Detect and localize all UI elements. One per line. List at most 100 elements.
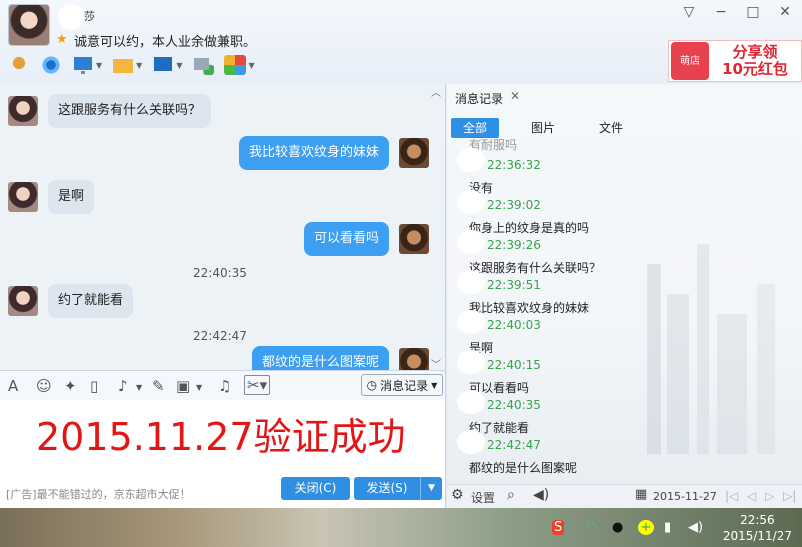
history-timestamp: 22:39:26: [487, 238, 541, 252]
chevron-down-icon[interactable]: ▼: [136, 383, 142, 392]
screen-share-button[interactable]: ▼: [150, 52, 184, 78]
skin-menu-icon[interactable]: ▽: [680, 4, 698, 20]
font-icon[interactable]: A: [8, 377, 18, 395]
shake-window-icon[interactable]: ▯: [90, 377, 98, 395]
send-file-button[interactable]: ▼: [110, 52, 144, 78]
message-row: 是啊: [8, 180, 95, 214]
scroll-up-icon[interactable]: ︿: [431, 84, 441, 99]
remote-desktop-button[interactable]: ▼: [70, 52, 104, 78]
sender-redaction: [457, 230, 485, 254]
apps-button[interactable]: ▼: [222, 52, 256, 78]
apps-grid-icon: [224, 55, 247, 75]
search-icon[interactable]: ⌕: [507, 487, 515, 503]
history-timestamp: 22:40:35: [487, 398, 541, 412]
close-history-icon[interactable]: ✕: [510, 89, 520, 103]
clock-icon: ◷: [366, 378, 378, 392]
clock-time: 22:56: [740, 513, 775, 527]
message-bubble[interactable]: 这跟服务有什么关联吗？: [48, 94, 212, 128]
history-timestamp: 22:39:02: [487, 198, 541, 212]
chevron-down-icon[interactable]: ▼: [248, 61, 254, 70]
contact-avatar[interactable]: [8, 96, 38, 126]
screenshot-scissors-icon[interactable]: ✂▾: [244, 375, 271, 395]
taskbar: S ◠ ● + ▮ ◀) 22:56 2015/11/27: [0, 508, 802, 547]
contact-avatar[interactable]: [8, 4, 50, 46]
wifi-icon[interactable]: ◠: [586, 520, 597, 535]
calendar-icon[interactable]: ▦: [635, 487, 647, 502]
minimize-button[interactable]: −: [712, 4, 730, 20]
message-bubble[interactable]: 我比较喜欢纹身的妹妹: [238, 136, 389, 170]
sender-redaction: [457, 190, 485, 214]
my-avatar[interactable]: [399, 348, 429, 370]
history-tabs: 全部 图片 文件: [451, 118, 655, 138]
chevron-down-icon[interactable]: ▼: [176, 61, 182, 70]
tab-all[interactable]: 全部: [451, 118, 500, 138]
create-group-button[interactable]: [190, 52, 216, 78]
voice-message-icon[interactable]: ♪: [118, 377, 128, 395]
prev-page-icon[interactable]: ◁: [747, 489, 756, 503]
tab-images[interactable]: 图片: [519, 118, 567, 138]
mengdian-logo: 萌店: [671, 42, 709, 80]
promo-line-1: 分享领: [732, 42, 778, 61]
edit-icon[interactable]: ✎: [152, 377, 165, 395]
send-button[interactable]: 发送(S) ▼: [354, 477, 442, 500]
history-timestamp: 22:42:47: [487, 438, 541, 452]
qq-penguin-icon[interactable]: ●: [612, 520, 623, 535]
scroll-down-icon[interactable]: ﹀: [431, 356, 441, 371]
sogou-ime-icon[interactable]: S: [552, 520, 565, 535]
speaker-icon[interactable]: ◀): [533, 487, 549, 503]
signal-bars-icon[interactable]: ▮: [664, 520, 671, 535]
message-history-button[interactable]: ◷ 消息记录 ▼: [361, 374, 443, 396]
message-bubble[interactable]: 可以看看吗: [303, 222, 389, 256]
message-bubble[interactable]: 约了就能看: [48, 284, 134, 318]
gear-icon[interactable]: ⚙: [451, 487, 464, 503]
chevron-down-icon[interactable]: ▼: [196, 383, 202, 392]
my-avatar[interactable]: [399, 224, 429, 254]
security-plus-icon[interactable]: +: [638, 520, 654, 535]
send-options-chevron-icon[interactable]: ▼: [420, 477, 442, 500]
history-panel: 消息记录 ✕ 全部 图片 文件 有耐服吗 22:36:32 没有 22:39:0…: [447, 84, 802, 508]
contact-nickname: 莎: [84, 10, 95, 23]
promo-banner[interactable]: 萌店 分享领 10元红包: [668, 40, 802, 82]
history-timestamp: 22:40:15: [487, 358, 541, 372]
music-icon[interactable]: ♫: [218, 377, 231, 395]
settings-link[interactable]: 设置: [471, 489, 495, 506]
system-clock[interactable]: 22:56 2015/11/27: [723, 512, 792, 544]
chevron-down-icon[interactable]: ▼: [96, 61, 102, 70]
message-input-text[interactable]: 2015.11.27验证成功: [36, 406, 406, 461]
tab-files[interactable]: 文件: [587, 118, 635, 138]
nickname-redaction: [58, 4, 84, 30]
emoji-icon[interactable]: ☺: [36, 377, 52, 395]
my-avatar[interactable]: [399, 138, 429, 168]
maximize-button[interactable]: □: [744, 4, 762, 20]
image-icon[interactable]: ▣: [176, 377, 190, 395]
window-controls: ▽ − □ ✕: [680, 4, 794, 20]
message-area[interactable]: 这跟服务有什么关联吗？ 我比较喜欢纹身的妹妹 是啊 可以看看吗 22:40:35…: [0, 84, 446, 370]
next-page-icon[interactable]: ▷: [765, 489, 774, 503]
sender-redaction: [457, 270, 485, 294]
voice-call-button[interactable]: [6, 52, 32, 78]
chevron-down-icon[interactable]: ▼: [136, 61, 142, 70]
contact-avatar[interactable]: [8, 182, 38, 212]
message-bubble[interactable]: 都纹的是什么图案呢: [251, 346, 389, 370]
close-button[interactable]: 关闭(C): [281, 477, 350, 500]
promo-text: 分享领 10元红包: [709, 42, 801, 79]
message-row: 约了就能看: [8, 284, 134, 318]
history-timestamp: 22:36:32: [487, 158, 541, 172]
first-page-icon[interactable]: |◁: [725, 489, 738, 503]
magic-wand-icon[interactable]: ✦: [64, 377, 77, 395]
last-page-icon[interactable]: ▷|: [783, 489, 796, 503]
history-panel-title: 消息记录: [455, 92, 504, 106]
video-call-button[interactable]: [38, 52, 64, 78]
volume-icon[interactable]: ◀): [688, 520, 703, 535]
sender-redaction: [457, 350, 485, 374]
ad-link[interactable]: [广告]最不能错过的，京东超市大促！: [6, 486, 191, 502]
close-window-button[interactable]: ✕: [776, 4, 794, 20]
camera-icon: [40, 55, 62, 75]
history-footer: ⚙ 设置 ⌕ ◀) ▦ 2015-11-27 |◁ ◁ ▷ ▷|: [447, 484, 802, 508]
history-date[interactable]: 2015-11-27: [653, 490, 717, 503]
message-bubble[interactable]: 是啊: [48, 180, 95, 214]
screen-icon: [152, 55, 175, 75]
history-message: 都纹的是什么图案呢: [469, 461, 578, 475]
history-message: 这跟服务有什么关联吗？: [469, 261, 602, 275]
contact-avatar[interactable]: [8, 286, 38, 316]
